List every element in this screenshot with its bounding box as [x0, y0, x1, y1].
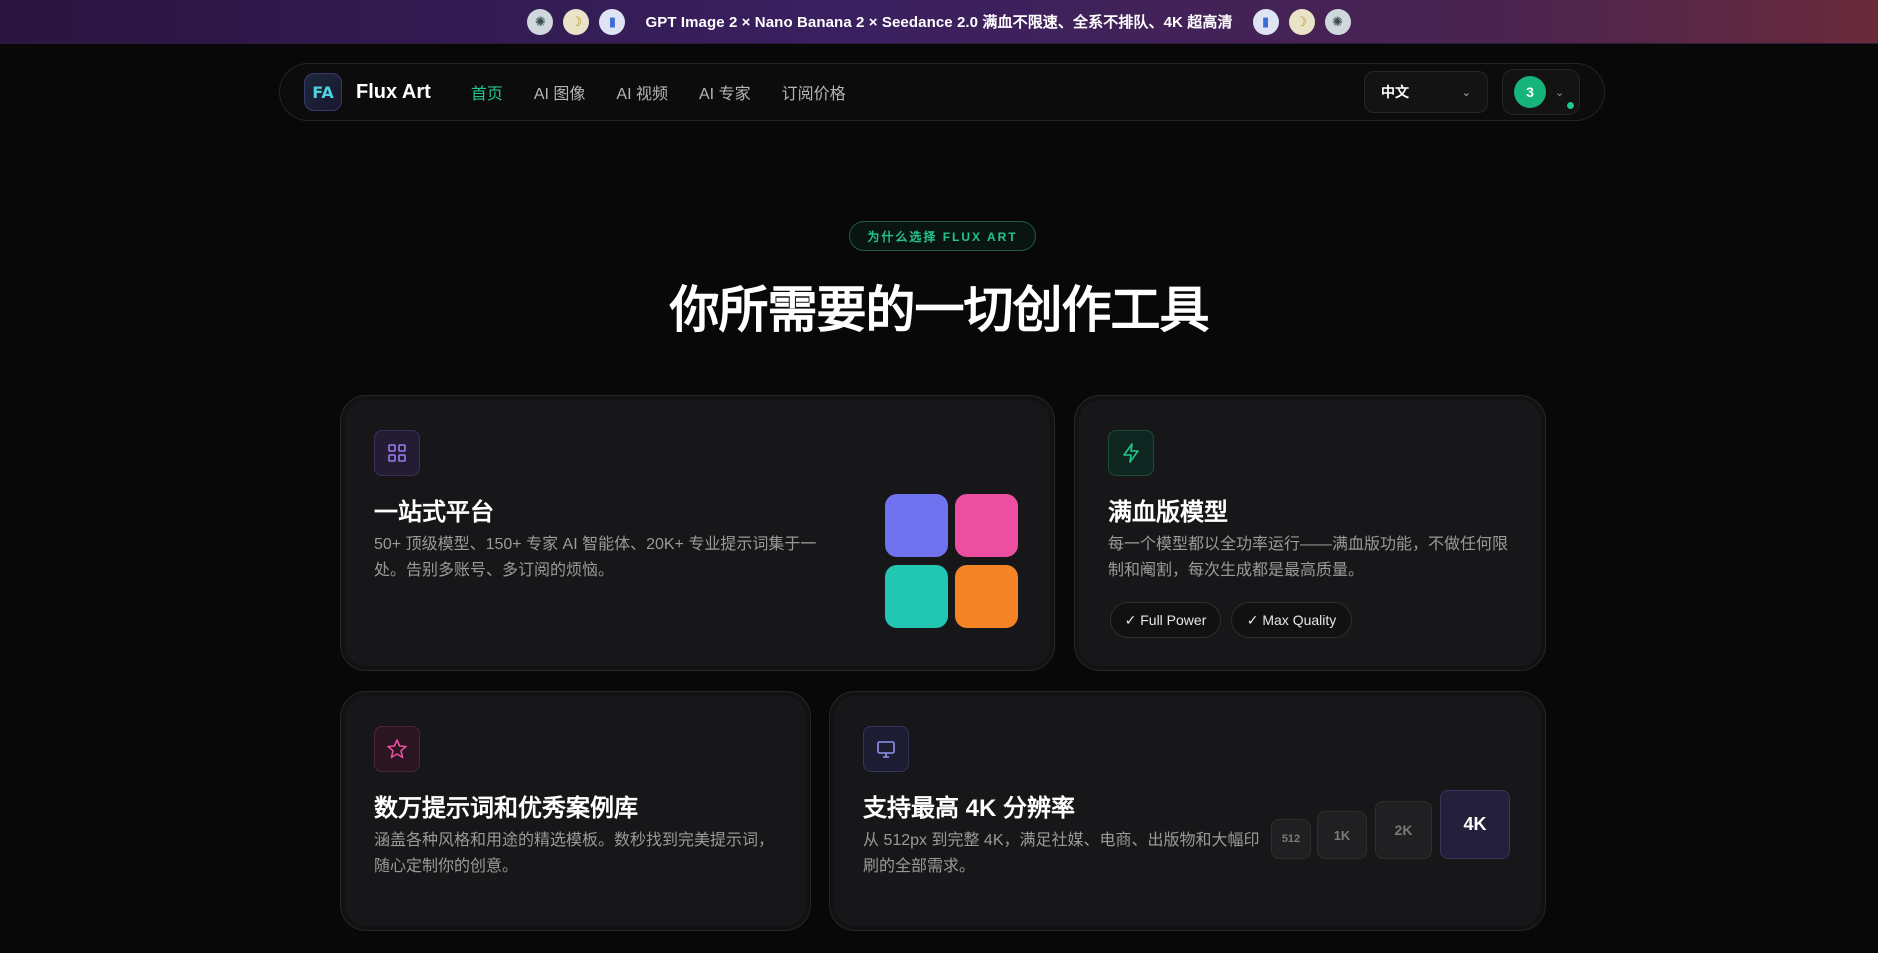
feature-title: 满血版模型	[1108, 499, 1228, 526]
color-swatch	[885, 565, 948, 628]
feature-description: 50+ 顶级模型、150+ 专家 AI 智能体、20K+ 专业提示词集于一处。告…	[374, 536, 817, 579]
announcement-banner[interactable]: ✺ ☽ ▮ GPT Image 2 × Nano Banana 2 × Seed…	[0, 0, 1878, 44]
nav-link-ai-expert[interactable]: AI 专家	[699, 80, 751, 104]
feature-description: 每一个模型都以全功率运行——满血版功能，不做任何限制和阉割，每次生成都是最高质量…	[1108, 536, 1509, 579]
nav-link-home[interactable]: 首页	[471, 80, 503, 104]
language-value: 中文	[1381, 84, 1409, 100]
nav-link-ai-video[interactable]: AI 视频	[616, 80, 668, 104]
nav-links: 首页 AI 图像 AI 视频 AI 专家 订阅价格	[471, 80, 846, 104]
lightning-icon	[1108, 430, 1154, 476]
nav-right: 中文 ⌄ 3 ⌄	[1364, 69, 1580, 115]
top-nav: FA Flux Art 首页 AI 图像 AI 视频 AI 专家 订阅价格 中文…	[279, 63, 1605, 121]
banner-text: GPT Image 2 × Nano Banana 2 × Seedance 2…	[645, 14, 1233, 31]
openai-icon: ✺	[1324, 8, 1351, 35]
nav-link-ai-image[interactable]: AI 图像	[534, 80, 586, 104]
banana-icon: ☽	[563, 8, 590, 35]
nav-link-pricing[interactable]: 订阅价格	[782, 80, 846, 104]
feature-description: 涵盖各种风格和用途的精选模板。数秒找到完美提示词，随心定制你的创意。	[374, 832, 775, 875]
color-swatch	[955, 565, 1018, 628]
resolution-option-2k: 2K	[1375, 801, 1432, 859]
openai-icon: ✺	[527, 8, 554, 35]
user-menu-button[interactable]: 3 ⌄	[1502, 69, 1580, 115]
color-swatch	[885, 494, 948, 557]
chevron-down-icon: ⌄	[1555, 86, 1565, 99]
feature-title: 支持最高 4K 分辨率	[863, 795, 1076, 822]
chart-bars-icon: ▮	[1252, 8, 1279, 35]
monitor-icon	[863, 726, 909, 772]
language-select[interactable]: 中文 ⌄	[1364, 71, 1488, 113]
resolution-option-1k: 1K	[1317, 811, 1367, 859]
color-swatch	[955, 494, 1018, 557]
chevron-down-icon: ⌄	[1461, 86, 1471, 99]
resolution-option-512: 512	[1271, 819, 1311, 859]
brand-name[interactable]: Flux Art	[356, 81, 431, 104]
feature-title: 一站式平台	[374, 499, 494, 526]
feature-card-platform: 一站式平台 50+ 顶级模型、150+ 专家 AI 智能体、20K+ 专业提示词…	[340, 395, 1055, 671]
feature-title: 数万提示词和优秀案例库	[374, 795, 638, 822]
feature-description: 从 512px 到完整 4K，满足社媒、电商、出版物和大幅印刷的全部需求。	[863, 832, 1260, 875]
avatar: 3	[1514, 76, 1546, 108]
logo-icon[interactable]: FA	[304, 73, 342, 111]
resolution-option-4k: 4K	[1440, 790, 1510, 859]
feature-card-prompts: 数万提示词和优秀案例库 涵盖各种风格和用途的精选模板。数秒找到完美提示词，随心定…	[340, 691, 811, 931]
feature-chip: ✓ Max Quality	[1231, 602, 1352, 638]
banana-icon: ☽	[1288, 8, 1315, 35]
section-headline: 你所需要的一切创作工具	[669, 282, 1210, 338]
feature-card-resolution: 支持最高 4K 分辨率 从 512px 到完整 4K，满足社媒、电商、出版物和大…	[829, 691, 1546, 931]
feature-card-models: 满血版模型 每一个模型都以全功率运行——满血版功能，不做任何限制和阉割，每次生成…	[1074, 395, 1546, 671]
grid-icon	[374, 430, 420, 476]
section-eyebrow: 为什么选择 FLUX ART	[849, 221, 1036, 251]
online-status-dot	[1566, 101, 1575, 110]
feature-chip: ✓ Full Power	[1110, 602, 1221, 638]
chart-bars-icon: ▮	[599, 8, 626, 35]
star-icon	[374, 726, 420, 772]
